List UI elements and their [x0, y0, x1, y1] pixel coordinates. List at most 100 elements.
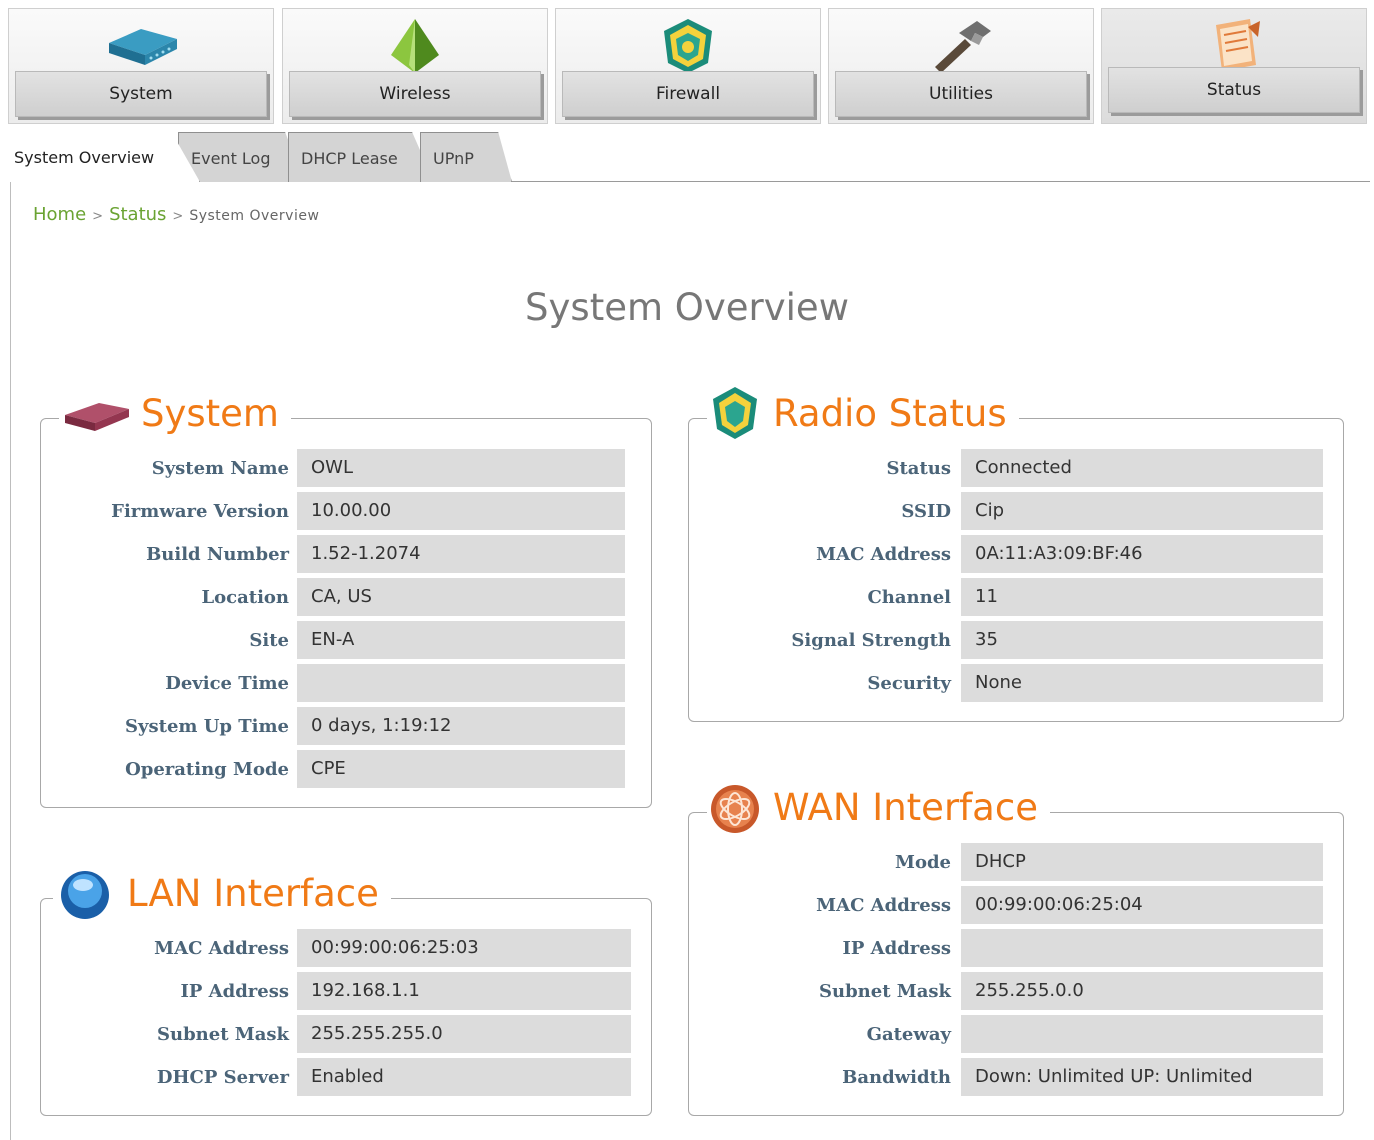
info-label: Mode	[895, 852, 951, 873]
info-row: Subnet Mask 255.255.0.0	[689, 972, 1343, 1012]
info-row: Gateway	[689, 1015, 1343, 1055]
shield-icon	[664, 19, 712, 73]
info-label: MAC Address	[816, 544, 951, 565]
nav-status[interactable]: Status	[1101, 8, 1367, 124]
sub-tabs: System Overview Event Log DHCP Lease UPn…	[10, 130, 1370, 184]
info-value: 00:99:00:06:25:03	[297, 929, 631, 967]
nav-firewall-button[interactable]: Firewall	[562, 71, 814, 117]
breadcrumb: Home > Status > System Overview	[33, 204, 320, 225]
info-value: Connected	[961, 449, 1323, 487]
info-row: Channel 11	[689, 578, 1343, 618]
radio-shield-icon	[713, 387, 757, 439]
system-panel-title: System	[141, 391, 279, 435]
globe-icon	[61, 871, 109, 919]
nav-wireless-button[interactable]: Wireless	[289, 71, 541, 117]
hammer-icon	[935, 21, 991, 73]
lan-panel: LAN Interface MAC Address 00:99:00:06:25:…	[40, 863, 652, 1116]
info-value: 255.255.255.0	[297, 1015, 631, 1053]
info-row: Security None	[689, 664, 1343, 704]
info-label: SSID	[901, 501, 951, 522]
info-row: MAC Address 00:99:00:06:25:03	[41, 929, 651, 969]
lan-panel-header: LAN Interface	[53, 863, 391, 923]
tab-dhcp-lease[interactable]: DHCP Lease	[288, 132, 434, 182]
nav-utilities[interactable]: Utilities	[828, 8, 1094, 124]
info-row: Device Time	[41, 664, 651, 704]
info-label: Build Number	[146, 544, 289, 565]
nav-wireless[interactable]: Wireless	[282, 8, 548, 124]
notepad-icon	[1216, 19, 1260, 71]
info-value: Enabled	[297, 1058, 631, 1096]
info-label: MAC Address	[816, 895, 951, 916]
lan-panel-title: LAN Interface	[127, 871, 379, 915]
info-label: System Up Time	[125, 716, 289, 737]
radio-panel-header: Radio Status	[707, 383, 1019, 443]
device-icon	[65, 403, 129, 431]
info-row: Mode DHCP	[689, 843, 1343, 883]
info-row: Operating Mode CPE	[41, 750, 651, 790]
info-value: 11	[961, 578, 1323, 616]
info-row: Build Number 1.52-1.2074	[41, 535, 651, 575]
info-label: Security	[867, 673, 951, 694]
wan-globe-icon	[711, 785, 759, 833]
top-navigation: System Wireless Firewall Utilities Statu…	[8, 8, 1370, 126]
info-value: 00:99:00:06:25:04	[961, 886, 1323, 924]
info-label: DHCP Server	[156, 1067, 289, 1088]
info-row: System Up Time 0 days, 1:19:12	[41, 707, 651, 747]
info-value: 0A:11:A3:09:BF:46	[961, 535, 1323, 573]
tab-event-log[interactable]: Event Log	[178, 132, 304, 182]
info-row: Subnet Mask 255.255.255.0	[41, 1015, 651, 1055]
info-value: DHCP	[961, 843, 1323, 881]
router-icon	[109, 29, 177, 65]
info-value: None	[961, 664, 1323, 702]
info-row: Bandwidth Down: Unlimited UP: Unlimited	[689, 1058, 1343, 1098]
info-row: IP Address 192.168.1.1	[41, 972, 651, 1012]
wan-panel-header: WAN Interface	[707, 777, 1050, 837]
radio-panel-title: Radio Status	[773, 391, 1007, 435]
info-value: 192.168.1.1	[297, 972, 631, 1010]
pyramid-icon	[391, 19, 439, 73]
info-row: Signal Strength 35	[689, 621, 1343, 661]
info-value: 0 days, 1:19:12	[297, 707, 625, 745]
info-label: Subnet Mask	[819, 981, 951, 1002]
info-value: CPE	[297, 750, 625, 788]
info-label: Location	[201, 587, 289, 608]
radio-panel: Radio Status Status Connected SSID Cip MAC A…	[688, 383, 1344, 722]
info-label: System Name	[151, 458, 289, 479]
info-row: IP Address	[689, 929, 1343, 969]
info-label: IP Address	[180, 981, 289, 1002]
tab-upnp[interactable]: UPnP	[420, 132, 512, 182]
info-value	[961, 1015, 1323, 1053]
info-value: 1.52-1.2074	[297, 535, 625, 573]
info-label: Signal Strength	[791, 630, 951, 651]
info-row: SSID Cip	[689, 492, 1343, 532]
info-row: System Name OWL	[41, 449, 651, 489]
nav-status-button[interactable]: Status	[1108, 67, 1360, 113]
info-label: Gateway	[866, 1024, 951, 1045]
info-label: Site	[249, 630, 289, 651]
info-row: Location CA, US	[41, 578, 651, 618]
nav-firewall[interactable]: Firewall	[555, 8, 821, 124]
info-value	[297, 664, 625, 702]
nav-system-button[interactable]: System	[15, 71, 267, 117]
nav-utilities-button[interactable]: Utilities	[835, 71, 1087, 117]
breadcrumb-home-link[interactable]: Home	[33, 204, 86, 225]
info-value: 255.255.0.0	[961, 972, 1323, 1010]
info-label: MAC Address	[154, 938, 289, 959]
info-row: Status Connected	[689, 449, 1343, 489]
info-label: Subnet Mask	[157, 1024, 289, 1045]
breadcrumb-status-link[interactable]: Status	[109, 204, 166, 225]
info-row: MAC Address 00:99:00:06:25:04	[689, 886, 1343, 926]
tab-system-overview[interactable]: System Overview	[10, 132, 200, 182]
system-panel-header: System	[59, 383, 291, 443]
info-value	[961, 929, 1323, 967]
info-label: Channel	[867, 587, 951, 608]
info-label: Operating Mode	[125, 759, 289, 780]
info-row: DHCP Server Enabled	[41, 1058, 651, 1098]
info-label: IP Address	[842, 938, 951, 959]
nav-system[interactable]: System	[8, 8, 274, 124]
info-value: 10.00.00	[297, 492, 625, 530]
wan-panel: WAN Interface Mode DHCP MAC Address 00:99:0…	[688, 777, 1344, 1116]
info-value: CA, US	[297, 578, 625, 616]
breadcrumb-current: System Overview	[189, 208, 320, 224]
info-row: Site EN-A	[41, 621, 651, 661]
